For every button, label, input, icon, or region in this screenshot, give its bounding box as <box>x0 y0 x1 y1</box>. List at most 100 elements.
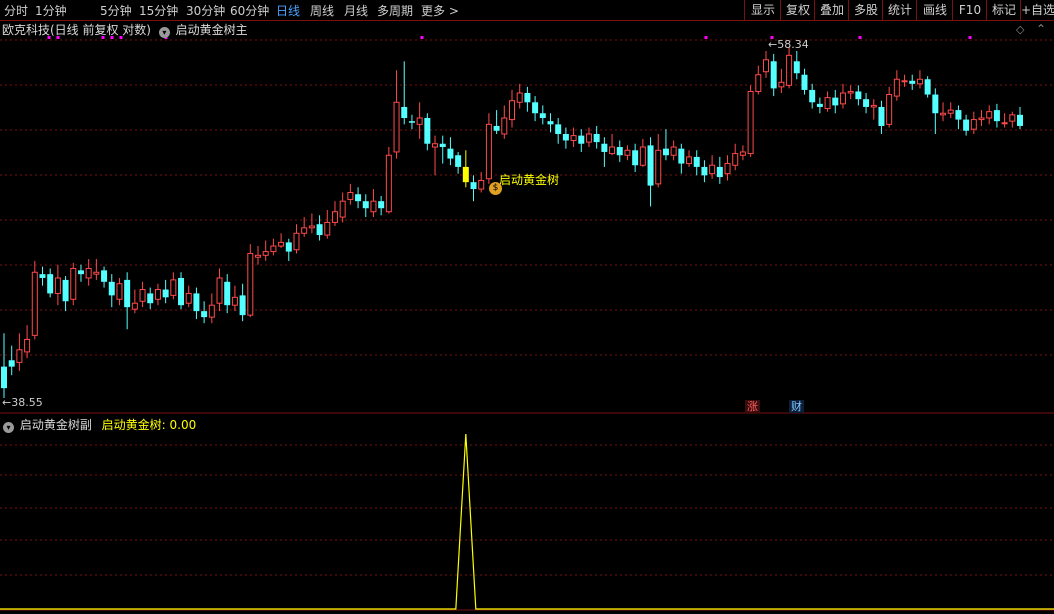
candle-body-down <box>578 135 585 144</box>
candle-body-down <box>555 124 562 134</box>
candle-body-up <box>747 90 754 155</box>
candle-body-down <box>439 143 446 148</box>
money-bag-icon[interactable]: $ <box>489 182 502 195</box>
signal-line-series <box>0 433 1054 610</box>
candle-body-up <box>24 338 31 353</box>
candle-body-down <box>816 103 823 107</box>
candle-body-up <box>416 117 423 125</box>
candle-body-down <box>193 293 200 312</box>
high-price-label: ←58.34 <box>768 38 809 51</box>
main-indicator-name: 启动黄金树主 <box>175 23 248 37</box>
candle-body-down <box>524 93 531 103</box>
candle-body-down <box>832 97 839 106</box>
candle-body-down <box>101 270 108 282</box>
sub-indicator-value: 启动黄金树: 0.00 <box>101 418 197 432</box>
candle-body-down <box>616 147 623 156</box>
candle-body-down <box>693 156 700 167</box>
candle-body-up <box>978 117 985 121</box>
main-chart-title: 欧克科技(日线 前复权 对数) ▾ 启动黄金树主 <box>0 21 248 38</box>
indicator-toggle-icon[interactable]: ▾ <box>158 27 170 38</box>
candle-body-down <box>562 133 569 141</box>
candle-body-up <box>755 74 762 92</box>
low-price-value: 38.55 <box>11 396 43 409</box>
sub-indicator-toggle-icon[interactable]: ▾ <box>3 422 14 433</box>
candle-body-up <box>85 267 92 279</box>
candle-body-down <box>539 113 546 118</box>
candle-body-up <box>916 78 923 85</box>
candle-body-up <box>478 179 485 190</box>
candle-body-up <box>247 252 254 316</box>
candle-body-up <box>986 111 993 119</box>
low-price-label: ←38.55 <box>2 396 43 409</box>
candle-body-up <box>870 104 877 108</box>
candle-body-down <box>424 117 431 144</box>
candle-body-up <box>370 200 377 213</box>
candle-body-down <box>647 145 654 186</box>
candle-body-up <box>940 112 947 116</box>
candle-body-down <box>201 311 208 318</box>
candle-body-up <box>516 92 523 103</box>
candle-body-up <box>847 90 854 94</box>
candle-body-up <box>93 271 100 275</box>
candle-body-up <box>763 59 769 73</box>
candle-body-down <box>147 293 154 304</box>
candle-body-down <box>401 106 408 118</box>
arrow-left-icon: ← <box>768 38 778 51</box>
candle-body-down <box>716 166 723 178</box>
candle-body-up <box>131 302 138 310</box>
candle-body-up <box>262 251 269 256</box>
candle-body-up <box>331 211 338 223</box>
candle-body-down <box>547 121 554 125</box>
candle-body-up <box>270 245 277 253</box>
candle-body-up <box>170 279 177 296</box>
candle-body-down <box>47 274 54 294</box>
candle-body-down <box>285 242 292 252</box>
candle-body-up <box>839 92 846 105</box>
diamond-icon[interactable]: ◇ <box>1016 23 1024 36</box>
candle-body-up <box>324 221 331 236</box>
candle-body-up <box>585 133 592 143</box>
candle-body-up <box>686 156 693 165</box>
candle-body-down <box>224 281 231 306</box>
candle-body-down <box>909 80 916 84</box>
candle-body-up <box>185 292 192 304</box>
candle-body-down <box>408 121 415 123</box>
candle-body-up <box>54 277 61 294</box>
candle-body-down <box>447 148 454 159</box>
candle-body-down <box>462 166 469 183</box>
magenta-marker <box>858 36 862 39</box>
chevron-up-icon[interactable]: ⌃ <box>1036 22 1046 36</box>
signal-annotation-text: 启动黄金树 <box>499 173 560 187</box>
candle-body-down <box>1 366 7 389</box>
candle-body-down <box>963 119 970 131</box>
candle-body-up <box>208 304 215 318</box>
candle-body-up <box>278 241 285 247</box>
candle-body-up <box>301 227 308 234</box>
candle-body-up <box>901 80 908 83</box>
magenta-marker <box>968 36 972 39</box>
candle-body-up <box>231 296 238 306</box>
candle-body-down <box>701 166 708 176</box>
event-tag-finance[interactable]: 财 <box>789 400 804 413</box>
candle-body-up <box>970 119 977 130</box>
candle-body-down <box>362 201 369 209</box>
candle-body-down <box>355 194 362 202</box>
candle-body-up <box>154 289 161 300</box>
event-tag-rise[interactable]: 涨 <box>745 400 760 413</box>
stock-title: 欧克科技(日线 前复权 对数) <box>2 23 151 37</box>
candle-body-down <box>855 91 862 100</box>
candle-body-down <box>993 110 1000 122</box>
candle-body-up <box>824 97 831 110</box>
candle-body-down <box>924 79 931 95</box>
candle-body-down <box>593 133 600 143</box>
candle-body-up <box>739 151 746 156</box>
candle-body-down <box>124 279 131 308</box>
candle-body-down <box>39 274 46 278</box>
candle-body-down <box>239 295 246 316</box>
candle-body-down <box>955 110 962 120</box>
kline-chart-svg[interactable] <box>0 0 1054 614</box>
candle-body-up <box>485 123 492 180</box>
high-price-value: 58.34 <box>777 38 809 51</box>
magenta-marker <box>420 36 424 39</box>
candle-body-up <box>893 78 900 97</box>
